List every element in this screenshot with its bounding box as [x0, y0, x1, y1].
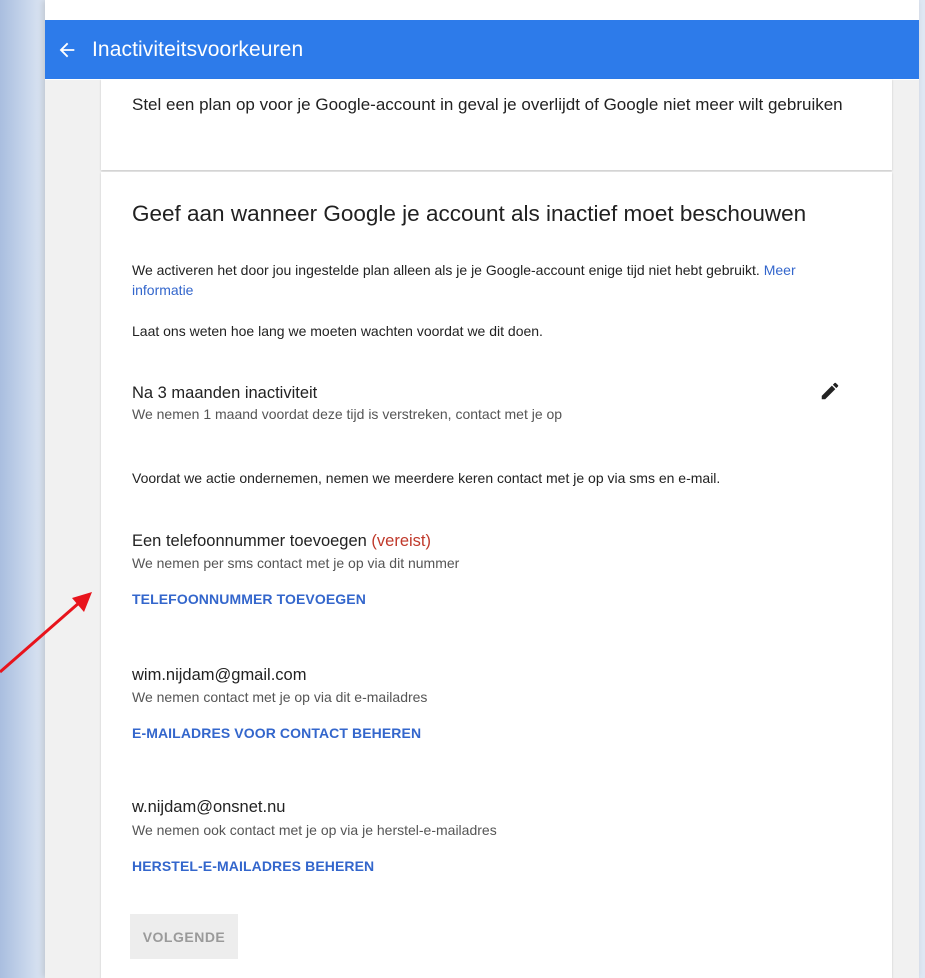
manage-recovery-email-button[interactable]: HERSTEL-E-MAILADRES BEHEREN: [132, 858, 374, 874]
contact-note: Voordat we actie ondernemen, nemen we me…: [132, 470, 721, 486]
recovery-email-address: w.nijdam@onsnet.nu: [132, 798, 286, 816]
manage-email-button[interactable]: E-MAILADRES VOOR CONTACT BEHEREN: [132, 725, 421, 741]
intro-text: Stel een plan op voor je Google-account …: [132, 95, 843, 114]
email-address: wim.nijdam@gmail.com: [132, 666, 307, 684]
recovery-email-sub: We nemen ook contact met je op via je he…: [132, 822, 497, 838]
arrow-left-icon: [59, 42, 75, 57]
next-button[interactable]: VOLGENDE: [130, 914, 238, 959]
phone-title: Een telefoonnummer toevoegen: [132, 532, 367, 550]
intro-card: Stel een plan op voor je Google-account …: [101, 79, 892, 170]
phone-title-row: Een telefoonnummer toevoegen (vereist): [132, 532, 431, 551]
inactivity-card: Geef aan wanneer Google je account als i…: [101, 172, 892, 978]
inactivity-period-title: Na 3 maanden inactiviteit: [132, 384, 318, 402]
section-heading: Geef aan wanneer Google je account als i…: [132, 201, 807, 226]
annotation-arrow: [0, 592, 92, 674]
wait-text: Laat ons weten hoe lang we moeten wachte…: [132, 323, 543, 339]
back-button[interactable]: [48, 31, 86, 69]
phone-sub: We nemen per sms contact met je op via d…: [132, 555, 460, 571]
app-header: Inactiviteitsvoorkeuren: [45, 20, 919, 79]
add-phone-button[interactable]: TELEFOONNUMMER TOEVOEGEN: [132, 591, 366, 607]
section-description: We activeren het door jou ingestelde pla…: [132, 260, 832, 300]
page-title: Inactiviteitsvoorkeuren: [92, 37, 304, 61]
pencil-icon[interactable]: [819, 380, 841, 402]
required-label: (vereist): [371, 532, 432, 550]
email-sub: We nemen contact met je op via dit e-mai…: [132, 689, 428, 705]
inactivity-period-sub: We nemen 1 maand voordat deze tijd is ve…: [132, 406, 563, 422]
description-text: We activeren het door jou ingestelde pla…: [132, 262, 760, 278]
